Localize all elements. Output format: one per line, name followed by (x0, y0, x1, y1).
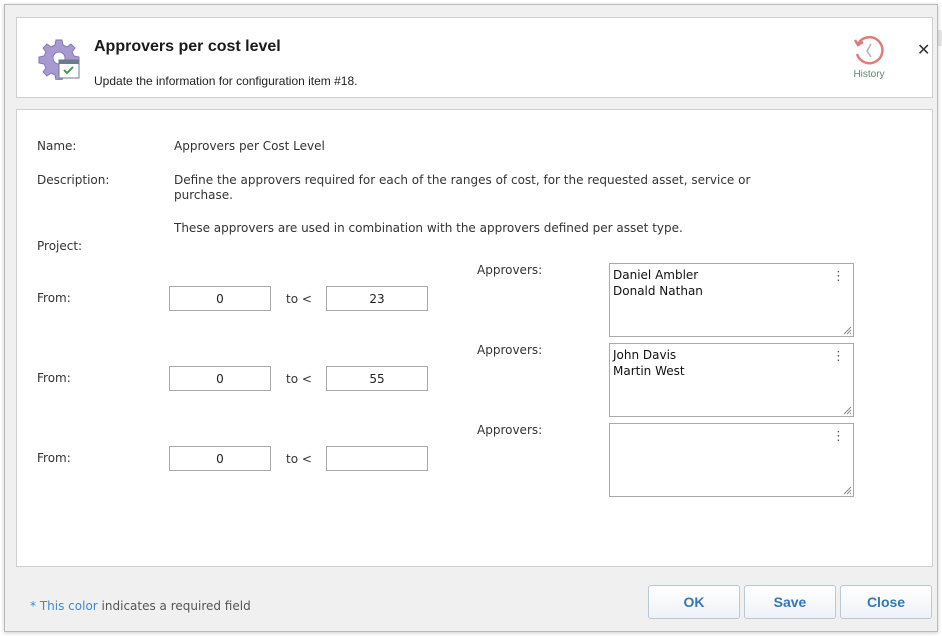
close-icon[interactable]: ✕ (917, 42, 930, 58)
from-input-1[interactable] (169, 286, 271, 311)
ok-button[interactable]: OK (648, 585, 740, 619)
approvers-label-2: Approvers: (477, 343, 543, 357)
dialog-header: Approvers per cost level Update the info… (16, 17, 933, 98)
project-label: Project: (37, 239, 83, 253)
approvers-list-1[interactable]: Daniel Ambler Donald Nathan ⋮ (609, 263, 854, 337)
from-label-2: From: (37, 371, 71, 385)
to-label-1: to < (286, 292, 312, 306)
dialog-title: Approvers per cost level (94, 38, 281, 55)
vertical-ellipsis-icon[interactable]: ⋮ (832, 350, 845, 363)
from-label-1: From: (37, 291, 71, 305)
to-input-2[interactable] (326, 366, 428, 391)
required-field-note: * This color indicates a required field (30, 599, 251, 613)
background-edge (938, 30, 942, 46)
resize-grip-icon[interactable] (843, 486, 852, 495)
to-label-2: to < (286, 372, 312, 386)
close-button[interactable]: Close (840, 585, 932, 619)
vertical-ellipsis-icon[interactable]: ⋮ (832, 270, 845, 283)
approvers-label-3: Approvers: (477, 423, 543, 437)
approvers-list-3[interactable]: ⋮ (609, 423, 854, 497)
approvers-names-1: Daniel Ambler Donald Nathan (613, 267, 703, 299)
approvers-list-2[interactable]: John Davis Martin West ⋮ (609, 343, 854, 417)
to-input-3[interactable] (326, 446, 428, 471)
resize-grip-icon[interactable] (843, 326, 852, 335)
approver-item: Martin West (613, 364, 685, 378)
approver-item: John Davis (613, 348, 677, 362)
approver-item: Daniel Ambler (613, 268, 699, 282)
description-paragraph-1: Define the approvers required for each o… (174, 173, 751, 202)
form-panel: Name: Approvers per Cost Level Descripti… (16, 109, 933, 567)
history-clock-icon (853, 35, 884, 65)
description-label: Description: (37, 173, 110, 187)
history-button[interactable]: History (843, 34, 895, 80)
description-paragraph-2: These approvers are used in combination … (174, 221, 683, 235)
dialog-subtitle: Update the information for configuration… (94, 74, 358, 88)
from-input-3[interactable] (169, 446, 271, 471)
to-input-1[interactable] (326, 286, 428, 311)
name-label: Name: (37, 139, 77, 153)
required-note-text: indicates a required field (101, 599, 251, 613)
approver-item: Donald Nathan (613, 284, 703, 298)
approvers-names-2: John Davis Martin West (613, 347, 685, 379)
approvers-label-1: Approvers: (477, 263, 543, 277)
from-label-3: From: (37, 451, 71, 465)
description-text: Define the approvers required for each o… (174, 173, 774, 236)
history-label: History (853, 69, 885, 80)
save-button[interactable]: Save (744, 585, 836, 619)
to-label-3: to < (286, 452, 312, 466)
config-item-dialog: Approvers per cost level Update the info… (4, 4, 938, 632)
vertical-ellipsis-icon[interactable]: ⋮ (832, 430, 845, 443)
required-color-sample: This color (39, 599, 98, 613)
resize-grip-icon[interactable] (843, 406, 852, 415)
from-input-2[interactable] (169, 366, 271, 391)
gear-calendar-icon (38, 39, 80, 80)
name-value: Approvers per Cost Level (174, 139, 325, 153)
required-star: * (30, 599, 36, 613)
